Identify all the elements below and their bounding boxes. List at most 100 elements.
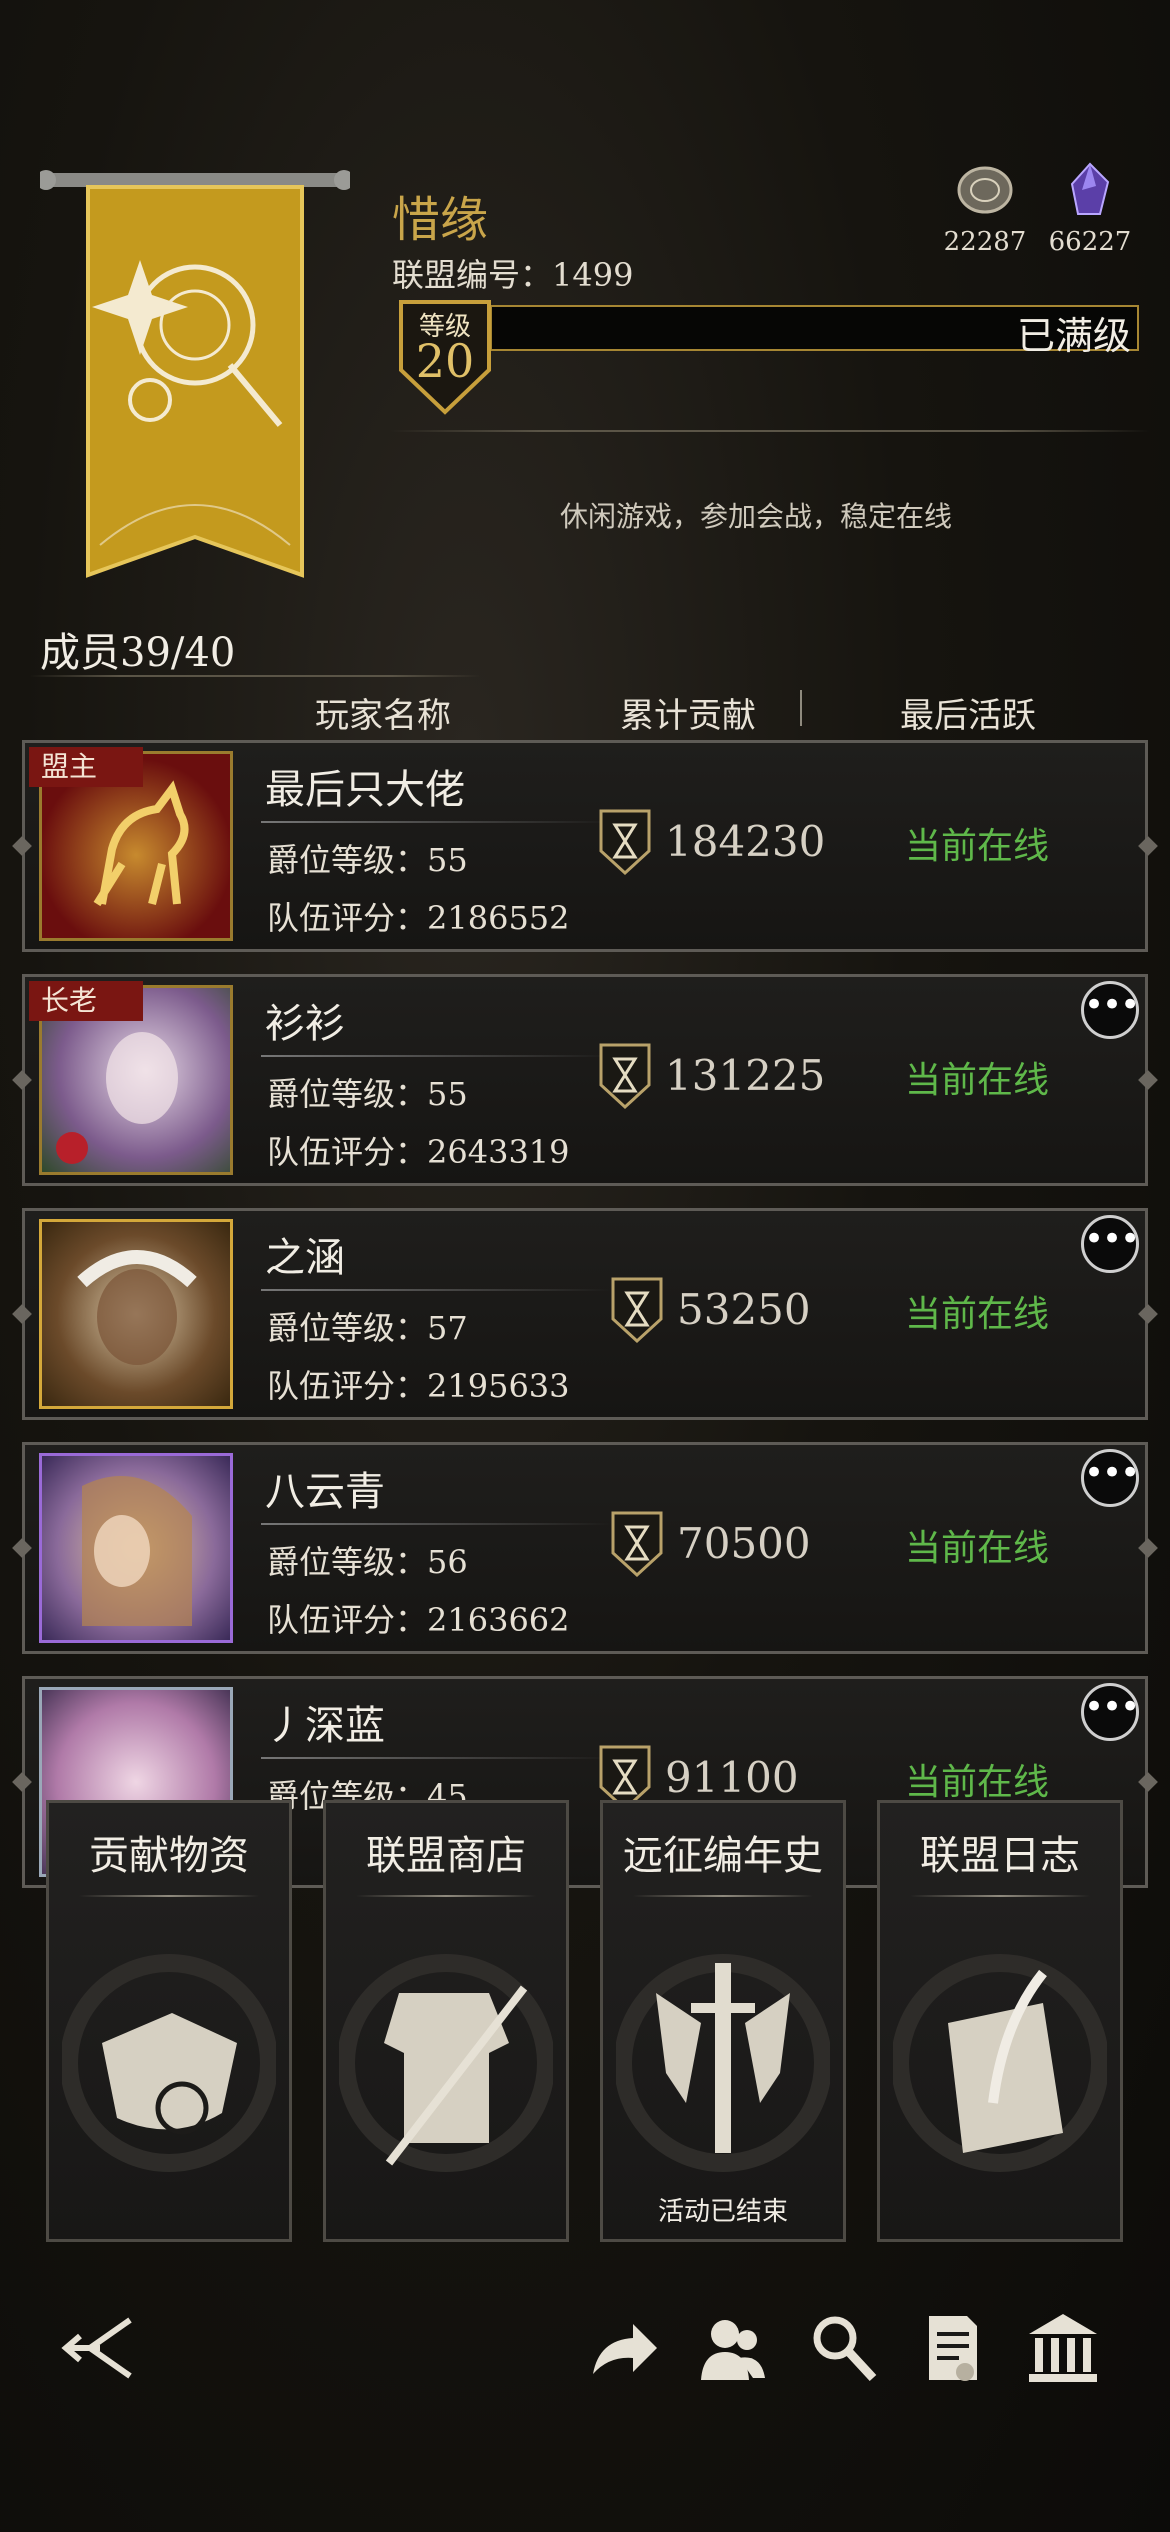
crystal-value: 66227 [1048,227,1132,257]
member-row[interactable]: 盟主 最后只大佬 爵位等级：55 队伍评分：2186552 184230 当前在… [12,740,1158,952]
card-title: 贡献物资 [89,1833,249,1879]
contribution-value: 53250 [677,1285,811,1334]
coin-value: 22287 [943,227,1027,257]
player-level: 爵位等级：55 [267,841,468,879]
online-status: 当前在线 [905,1060,1050,1101]
player-name: 衫衫 [265,1001,345,1047]
supplies-scroll-icon [62,1954,276,2172]
player-name: 丿深蓝 [265,1703,385,1749]
document-icon[interactable] [915,2310,991,2386]
player-name: 之涵 [265,1235,345,1281]
header-last-active: 最后活跃 [900,696,1036,736]
row-ornament [12,1538,32,1558]
currency-coin[interactable]: 22287 [930,160,1040,257]
row-ornament [12,1772,32,1792]
member-divider [30,675,480,677]
more-options-button[interactable]: ••• [1081,1215,1140,1273]
level-status: 已满级 [1016,314,1131,358]
team-score: 队伍评分：2163662 [267,1601,570,1639]
row-ornament [1138,1538,1158,1558]
online-status: 当前在线 [905,1762,1050,1803]
currency-crystal[interactable]: 66227 [1035,160,1145,257]
contribution-icon [611,1277,663,1344]
member-count: 成员39/40 [40,630,236,676]
alliance-hall-icon[interactable] [1025,2310,1101,2386]
name-divider [261,1289,611,1291]
level-progress-bar: 已满级 [490,305,1139,358]
sword-flags-icon [616,1954,830,2172]
more-options-button[interactable]: ••• [1081,1449,1140,1507]
search-icon[interactable] [805,2310,881,2386]
more-options-button[interactable]: ••• [1081,981,1140,1039]
player-level: 爵位等级：56 [267,1543,468,1581]
members-icon[interactable] [695,2310,771,2386]
online-status: 当前在线 [905,826,1050,867]
share-icon[interactable] [585,2310,661,2386]
contribution-value: 131225 [665,1051,826,1100]
player-name: 八云青 [265,1469,385,1515]
card-divider [79,1895,259,1897]
name-divider [261,821,611,823]
header-separator [800,690,802,726]
contribution-value: 184230 [665,817,826,866]
row-ornament [12,1304,32,1324]
card-divider [356,1895,536,1897]
header-divider [390,430,1150,432]
avatar[interactable] [39,1219,233,1409]
member-row[interactable]: ••• 八云青 爵位等级：56 队伍评分：2163662 70500 当前在线 [12,1442,1158,1654]
avatar[interactable] [39,1453,233,1643]
contribution-icon [611,1511,663,1578]
card-alliance-shop[interactable]: 联盟商店 [323,1800,569,2242]
header-player-name: 玩家名称 [315,696,451,736]
card-divider [633,1895,813,1897]
row-ornament [1138,1772,1158,1792]
member-row[interactable]: 长老 ••• 衫衫 爵位等级：55 队伍评分：2643319 131225 当前… [12,974,1158,1186]
team-score: 队伍评分：2195633 [267,1367,570,1405]
team-score: 队伍评分：2643319 [267,1133,570,1171]
member-row[interactable]: ••• 之涵 爵位等级：57 队伍评分：2195633 53250 当前在线 [12,1208,1158,1420]
coin-icon [957,166,1013,214]
player-level: 爵位等级：55 [267,1075,468,1113]
contribution-value: 91100 [665,1753,799,1802]
card-alliance-log[interactable]: 联盟日志 [877,1800,1123,2242]
player-level: 爵位等级：57 [267,1309,468,1347]
contribution-icon [599,1043,651,1110]
role-tag: 盟主 [29,747,143,787]
card-title: 联盟日志 [920,1833,1080,1879]
alliance-slogan: 休闲游戏，参加会战，稳定在线 [560,500,953,533]
portrait-icon [82,1476,192,1626]
card-divider [910,1895,1090,1897]
crystal-icon [1070,162,1110,215]
back-arrow-icon[interactable] [60,2310,136,2386]
online-status: 当前在线 [905,1294,1050,1335]
row-ornament [1138,1304,1158,1324]
row-ornament [12,1070,32,1090]
alliance-banner [40,170,350,578]
alliance-name: 惜缘 [392,192,489,248]
contribution-icon [599,809,651,876]
card-contribute-supplies[interactable]: 贡献物资 [46,1800,292,2242]
player-name: 最后只大佬 [265,767,465,813]
more-options-button[interactable]: ••• [1081,1683,1140,1741]
level-badge: 等级 20 [395,298,495,416]
row-ornament [12,836,32,856]
event-ended-label: 活动已结束 [657,2197,788,2227]
card-title: 联盟商店 [366,1833,526,1879]
quill-scroll-icon [893,1954,1107,2172]
contribution-value: 70500 [677,1519,811,1568]
online-status: 当前在线 [905,1528,1050,1569]
team-score: 队伍评分：2186552 [267,899,570,937]
row-ornament [1138,836,1158,856]
row-ornament [1138,1070,1158,1090]
card-title: 远征编年史 [623,1833,823,1879]
card-expedition-chronicle[interactable]: 远征编年史 活动已结束 [600,1800,846,2242]
name-divider [261,1055,611,1057]
alliance-id: 联盟编号：1499 [392,256,634,294]
name-divider [261,1757,611,1759]
header-contribution: 累计贡献 [620,696,756,736]
role-tag: 长老 [29,981,143,1021]
name-divider [261,1523,611,1525]
level-number: 20 [415,334,475,388]
portrait-icon [77,1250,197,1365]
armor-sword-icon [339,1954,553,2172]
